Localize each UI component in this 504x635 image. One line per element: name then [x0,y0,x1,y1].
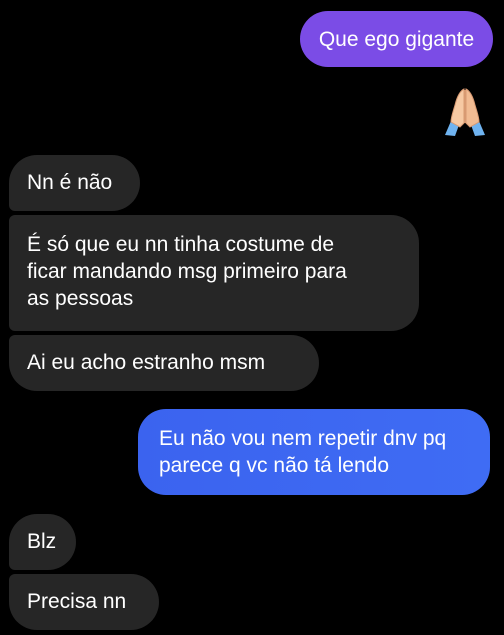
outgoing-message-bubble[interactable]: Que ego gigante [300,11,493,67]
outgoing-message-bubble[interactable]: Eu não vou nem repetir dnv pq parece q v… [138,409,490,495]
folded-hands-icon [445,88,485,136]
incoming-message-bubble[interactable]: Ai eu acho estranho msm [9,335,319,391]
incoming-message-bubble[interactable]: É só que eu nn tinha costume de ficar ma… [9,215,419,331]
incoming-message-bubble[interactable]: Blz [9,514,76,570]
incoming-message-bubble[interactable]: Nn é não [9,155,140,211]
incoming-message-bubble[interactable]: Precisa nn [9,574,159,630]
